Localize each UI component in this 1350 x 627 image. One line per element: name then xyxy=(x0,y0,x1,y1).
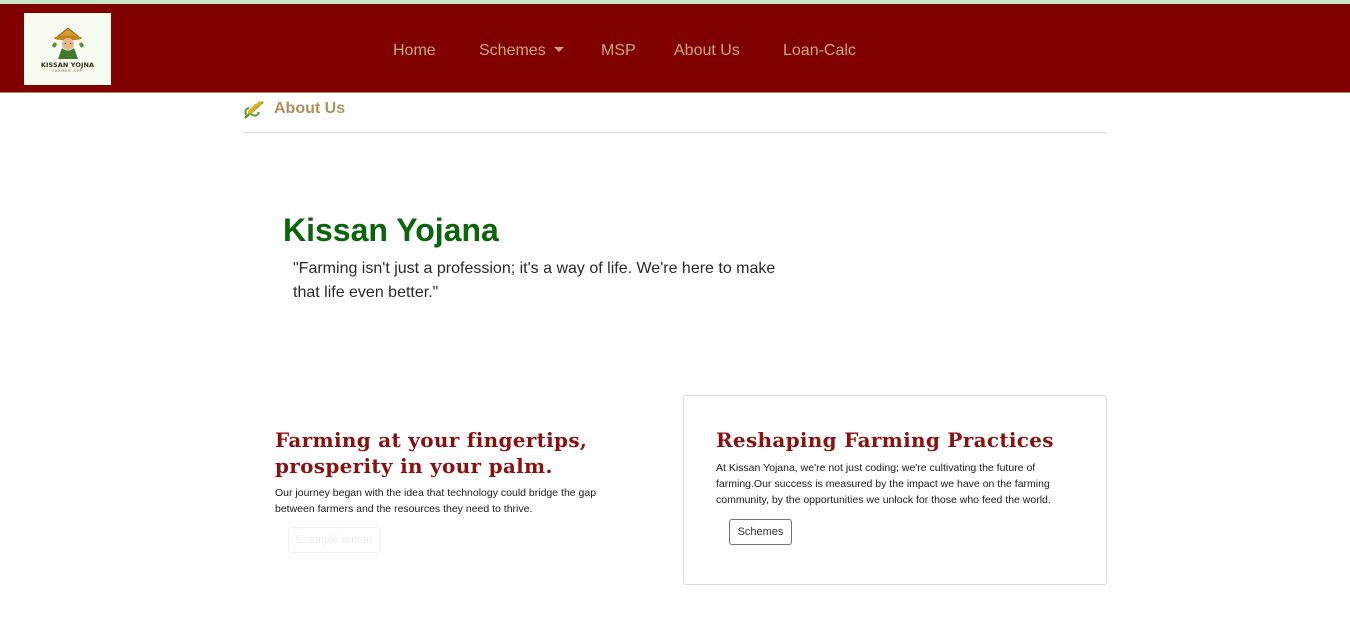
nav-loan-calc[interactable]: Loan-Calc xyxy=(783,41,856,61)
chevron-down-icon xyxy=(553,47,564,52)
navbar: KISSAN YOJNA FARMER APP Home Schemes MSP… xyxy=(0,4,1350,93)
farmer-logo-icon xyxy=(51,26,84,59)
page-title: About Us xyxy=(274,100,346,117)
nav-about[interactable]: About Us xyxy=(674,41,740,61)
wheat-icon xyxy=(244,101,264,119)
nav-home[interactable]: Home xyxy=(393,41,436,61)
nav-msp[interactable]: MSP xyxy=(601,41,636,61)
practices-card: Reshaping Farming Practices At Kissan Yo… xyxy=(683,395,1107,585)
hero-quote: "Farming isn't just a profession; it's a… xyxy=(293,260,776,301)
nav-schemes-label: Schemes xyxy=(479,42,546,59)
practices-title: Reshaping Farming Practices xyxy=(716,428,1054,452)
journey-text: Our journey began with the idea that tec… xyxy=(275,487,597,515)
heading-divider xyxy=(243,132,1107,133)
brand-logo[interactable]: KISSAN YOJNA FARMER APP xyxy=(24,13,111,85)
schemes-button[interactable]: Schemes xyxy=(729,519,792,545)
page-heading: About Us xyxy=(243,98,345,120)
example-button[interactable]: Example button xyxy=(288,527,380,553)
logo-text: KISSAN YOJNA xyxy=(40,60,95,69)
practices-text: At Kissan Yojana, we're not just coding;… xyxy=(716,462,1051,506)
nav-schemes-dropdown[interactable]: Schemes xyxy=(479,41,564,61)
journey-title: Farming at your fingertips, prosperity i… xyxy=(275,428,588,478)
hero-title: Kissan Yojana xyxy=(283,212,499,248)
logo-subtext: FARMER APP xyxy=(52,68,83,73)
